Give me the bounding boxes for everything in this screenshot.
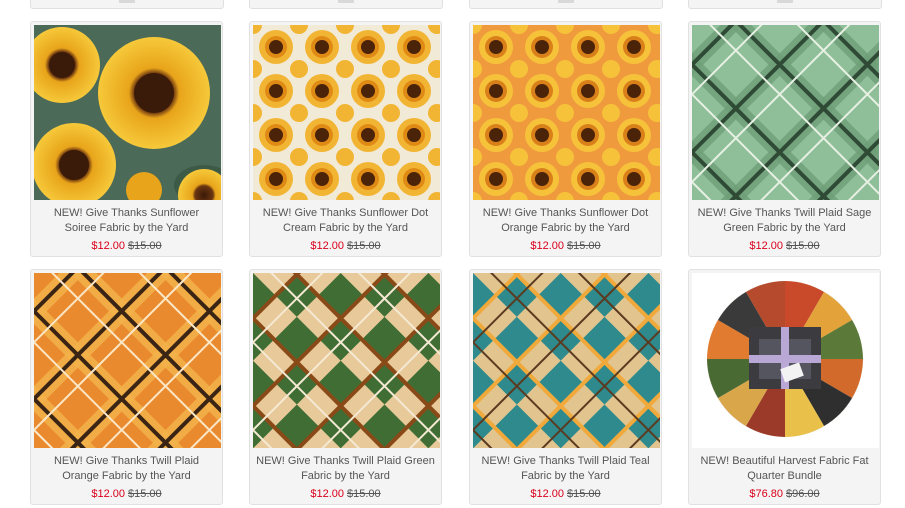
previous-row-card[interactable]: [469, 0, 663, 9]
product-image[interactable]: [34, 273, 221, 448]
product-price: $12.00 $15.00: [31, 488, 222, 500]
product-image[interactable]: [473, 273, 660, 448]
original-price: $15.00: [567, 488, 601, 500]
product-price: $12.00 $15.00: [250, 488, 441, 500]
sale-price: $12.00: [91, 240, 125, 252]
sale-price: $12.00: [530, 240, 564, 252]
previous-row-card[interactable]: [249, 0, 443, 9]
original-price: $15.00: [567, 240, 601, 252]
product-price: $12.00 $15.00: [689, 240, 880, 252]
product-card[interactable]: NEW! Give Thanks Twill Plaid Green Fabri…: [249, 269, 442, 505]
product-image[interactable]: [692, 273, 879, 448]
sale-price: $12.00: [91, 488, 125, 500]
product-image[interactable]: [692, 25, 879, 200]
product-title[interactable]: NEW! Give Thanks Sunflower Soiree Fabric…: [37, 206, 216, 236]
previous-row-card[interactable]: [688, 0, 882, 9]
product-title[interactable]: NEW! Give Thanks Twill Plaid Teal Fabric…: [476, 454, 655, 484]
original-price: $15.00: [347, 488, 381, 500]
product-card[interactable]: NEW! Give Thanks Sunflower Dot Orange Fa…: [469, 21, 662, 257]
product-price: $12.00 $15.00: [31, 240, 222, 252]
product-card[interactable]: NEW! Give Thanks Twill Plaid Orange Fabr…: [30, 269, 223, 505]
product-price: $12.00 $15.00: [250, 240, 441, 252]
original-price: $96.00: [786, 488, 820, 500]
original-price: $15.00: [128, 240, 162, 252]
product-card[interactable]: NEW! Give Thanks Sunflower Soiree Fabric…: [30, 21, 223, 257]
original-price: $15.00: [786, 240, 820, 252]
sale-price: $12.00: [310, 240, 344, 252]
product-price: $12.00 $15.00: [470, 240, 661, 252]
product-title[interactable]: NEW! Give Thanks Sunflower Dot Cream Fab…: [256, 206, 435, 236]
product-image[interactable]: [253, 25, 440, 200]
product-card[interactable]: NEW! Beautiful Harvest Fabric Fat Quarte…: [688, 269, 881, 505]
product-title[interactable]: NEW! Give Thanks Sunflower Dot Orange Fa…: [476, 206, 655, 236]
sale-price: $76.80: [749, 488, 783, 500]
product-image[interactable]: [473, 25, 660, 200]
sale-price: $12.00: [749, 240, 783, 252]
product-title[interactable]: NEW! Beautiful Harvest Fabric Fat Quarte…: [695, 454, 874, 484]
product-price: $12.00 $15.00: [470, 488, 661, 500]
original-price: $15.00: [347, 240, 381, 252]
product-card[interactable]: NEW! Give Thanks Sunflower Dot Cream Fab…: [249, 21, 442, 257]
product-card[interactable]: NEW! Give Thanks Twill Plaid Sage Green …: [688, 21, 881, 257]
original-price: $15.00: [128, 488, 162, 500]
product-title[interactable]: NEW! Give Thanks Twill Plaid Green Fabri…: [256, 454, 435, 484]
product-title[interactable]: NEW! Give Thanks Twill Plaid Sage Green …: [695, 206, 874, 236]
product-image[interactable]: [253, 273, 440, 448]
product-image[interactable]: [34, 25, 221, 200]
product-card[interactable]: NEW! Give Thanks Twill Plaid Teal Fabric…: [469, 269, 662, 505]
previous-row-card[interactable]: [30, 0, 224, 9]
sale-price: $12.00: [310, 488, 344, 500]
product-price: $76.80 $96.00: [689, 488, 880, 500]
sale-price: $12.00: [530, 488, 564, 500]
product-title[interactable]: NEW! Give Thanks Twill Plaid Orange Fabr…: [37, 454, 216, 484]
